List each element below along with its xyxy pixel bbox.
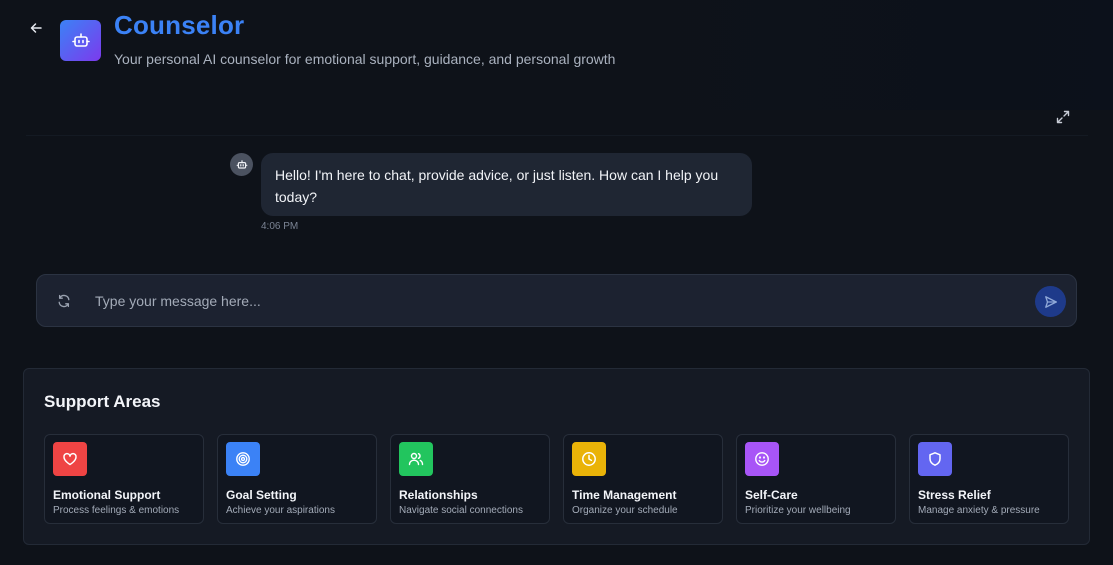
support-card-goal-setting[interactable]: Goal Setting Achieve your aspirations <box>217 434 377 524</box>
support-card-description: Organize your schedule <box>572 505 678 516</box>
refresh-button[interactable] <box>55 292 72 309</box>
message-timestamp: 4:06 PM <box>261 221 299 232</box>
shield-icon <box>918 442 952 476</box>
counselor-page: Counselor Your personal AI counselor for… <box>0 0 1113 565</box>
support-card-emotional-support[interactable]: Emotional Support Process feelings & emo… <box>44 434 204 524</box>
clock-icon <box>572 442 606 476</box>
bot-icon <box>71 31 91 51</box>
message-composer <box>36 274 1077 327</box>
support-card-time-management[interactable]: Time Management Organize your schedule <box>563 434 723 524</box>
support-areas-title: Support Areas <box>44 392 161 411</box>
support-card-description: Prioritize your wellbeing <box>745 505 851 516</box>
send-icon <box>1044 295 1058 309</box>
support-card-stress-relief[interactable]: Stress Relief Manage anxiety & pressure <box>909 434 1069 524</box>
support-card-title: Time Management <box>572 488 677 502</box>
page-title: Counselor <box>114 10 245 40</box>
support-card-title: Self-Care <box>745 488 798 502</box>
heart-icon <box>53 442 87 476</box>
smile-icon <box>745 442 779 476</box>
support-card-description: Achieve your aspirations <box>226 505 335 516</box>
support-areas-list: Emotional Support Process feelings & emo… <box>44 434 1069 524</box>
send-button[interactable] <box>1035 286 1066 317</box>
bot-icon <box>236 159 248 171</box>
support-card-self-care[interactable]: Self-Care Prioritize your wellbeing <box>736 434 896 524</box>
support-card-title: Emotional Support <box>53 488 161 502</box>
chat-divider <box>26 135 1088 136</box>
support-card-title: Goal Setting <box>226 488 297 502</box>
target-icon <box>226 442 260 476</box>
support-card-title: Relationships <box>399 488 478 502</box>
support-card-relationships[interactable]: Relationships Navigate social connection… <box>390 434 550 524</box>
maximize-icon <box>1056 110 1070 124</box>
users-icon <box>399 442 433 476</box>
support-areas-panel: Support Areas Emotional Support Process … <box>23 368 1090 545</box>
support-card-title: Stress Relief <box>918 488 991 502</box>
page-subtitle: Your personal AI counselor for emotional… <box>114 51 616 67</box>
bot-message-bubble: Hello! I'm here to chat, provide advice,… <box>261 153 752 216</box>
support-card-description: Manage anxiety & pressure <box>918 505 1040 516</box>
support-card-description: Navigate social connections <box>399 505 523 516</box>
counselor-logo <box>60 20 101 61</box>
back-button[interactable] <box>26 18 46 38</box>
arrow-left-icon <box>30 22 42 34</box>
expand-chat-button[interactable] <box>1055 109 1071 125</box>
refresh-icon <box>57 294 71 308</box>
bot-avatar <box>230 153 253 176</box>
support-card-description: Process feelings & emotions <box>53 505 180 516</box>
message-input[interactable] <box>95 289 1015 313</box>
